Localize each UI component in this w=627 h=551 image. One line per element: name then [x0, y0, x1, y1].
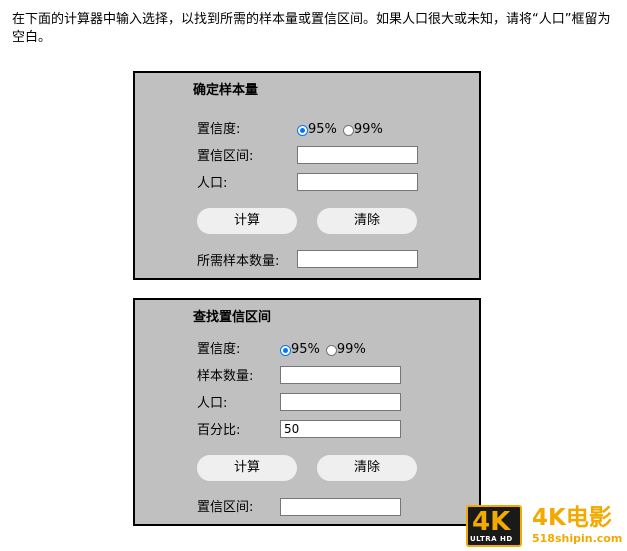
radio-95[interactable] — [297, 124, 308, 136]
confidence-interval-panel: 查找置信区间 置信度: 95% 99% 样本数量: 人口: 百分比: 计算 清除… — [133, 298, 481, 526]
badge-text: 4K — [472, 507, 511, 537]
confidence-radio-group: 95% 99% — [297, 122, 383, 138]
clear-button[interactable]: 清除 — [317, 455, 417, 481]
radio-95[interactable] — [280, 344, 291, 356]
result-label: 所需样本数量: — [197, 254, 280, 269]
watermark-title: 4K电影 — [532, 505, 612, 531]
result-output[interactable] — [297, 250, 418, 268]
percent-input[interactable] — [280, 420, 401, 438]
watermark-logo: 4K ULTRA HD 4K电影 518shipin.com — [466, 505, 624, 547]
confidence-label: 置信度: — [197, 342, 241, 357]
4k-badge-icon: 4K ULTRA HD — [466, 505, 522, 547]
population-label: 人口: — [197, 176, 228, 191]
calculate-button[interactable]: 计算 — [197, 455, 297, 481]
population-input[interactable] — [280, 393, 401, 411]
radio-99[interactable] — [325, 344, 337, 356]
result-label: 置信区间: — [197, 500, 254, 515]
panel-title: 确定样本量 — [193, 83, 259, 98]
clear-button[interactable]: 清除 — [317, 208, 417, 234]
radio-99-label: 99% — [353, 122, 383, 137]
radio-99[interactable] — [342, 124, 354, 136]
population-label: 人口: — [197, 396, 228, 411]
radio-95-label: 95% — [291, 342, 320, 357]
badge-subtext: ULTRA HD — [470, 535, 513, 543]
confidence-radio-group: 95% 99% — [280, 342, 366, 358]
result-output[interactable] — [280, 498, 401, 516]
confidence-label: 置信度: — [197, 122, 241, 137]
sample-label: 样本数量: — [197, 369, 254, 384]
panel-title: 查找置信区间 — [193, 310, 272, 325]
sample-input[interactable] — [280, 366, 401, 384]
radio-95-label: 95% — [308, 122, 337, 137]
population-input[interactable] — [297, 173, 418, 191]
watermark-site: 518shipin.com — [532, 532, 623, 545]
interval-input[interactable] — [297, 146, 418, 164]
sample-size-panel: 确定样本量 置信度: 95% 99% 置信区间: 人口: 计算 清除 所需样本数… — [133, 71, 481, 280]
intro-text: 在下面的计算器中输入选择，以找到所需的样本量或置信区间。如果人口很大或未知，请将… — [12, 12, 611, 45]
interval-label: 置信区间: — [197, 149, 254, 164]
radio-99-label: 99% — [336, 342, 366, 357]
calculate-button[interactable]: 计算 — [197, 208, 297, 234]
percent-label: 百分比: — [197, 423, 241, 438]
